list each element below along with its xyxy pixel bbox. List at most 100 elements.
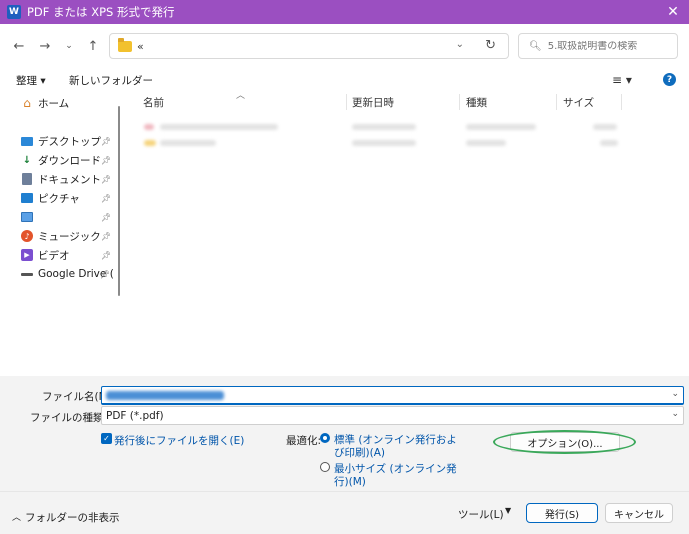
new-folder-button[interactable]: 新しいフォルダー [69,73,153,88]
tools-button[interactable]: ツール(L) [458,507,504,522]
hide-folders-button[interactable]: フォルダーの非表示 [25,510,120,525]
file-date-redacted [352,140,416,146]
column-divider[interactable] [459,94,460,110]
back-arrow-icon[interactable]: ← [10,37,28,55]
recent-locations-chevron-icon[interactable]: ⌄ [60,37,78,55]
up-arrow-icon[interactable]: ↑ [84,37,102,55]
file-list: ︿ 名前 更新日時 種類 サイズ [124,91,689,376]
pin-icon[interactable]: 📌︎ [101,194,111,203]
picture-icon [21,192,33,204]
search-input[interactable] [547,40,668,52]
filetype-dropdown-icon[interactable]: ⌄ [671,409,679,419]
download-icon: ↓ [22,154,32,166]
sidebar-item-label: デスクトップ [38,135,101,148]
window-title: PDF または XPS 形式で発行 [27,5,175,19]
optimize-label: 最適化: [286,435,322,447]
sidebar-item-label: ドキュメント [38,173,101,186]
command-bar: 整理 ▾ 新しいフォルダー ≡ ▾ ? [0,68,689,92]
column-header-date[interactable]: 更新日時 [352,92,394,112]
sidebar-item-home[interactable]: ⌂ ホーム [21,94,69,112]
folder-icon [118,37,132,52]
sidebar-item-gallery[interactable]: 📌︎ [21,208,111,226]
tools-dropdown-icon[interactable]: ▼ [505,506,511,515]
file-name-redacted [160,124,278,130]
column-header-name[interactable]: 名前 [143,92,164,112]
sidebar-item-label: ビデオ [38,249,70,262]
sidebar-item-label: ダウンロード [38,154,101,167]
column-divider[interactable] [346,94,347,110]
optimize-standard-radio[interactable] [320,433,330,443]
gallery-icon [21,211,33,223]
optimize-minimum-radio[interactable] [320,462,330,472]
file-type-redacted [466,140,506,146]
column-header-type[interactable]: 種類 [466,92,487,112]
sidebar-item-pictures[interactable]: ピクチャ 📌︎ [21,189,111,207]
refresh-icon[interactable]: ↻ [485,38,496,53]
sidebar-item-music[interactable]: ♪ ミュージック 📌︎ [21,227,111,245]
address-dropdown-icon[interactable]: ⌄ [456,39,464,50]
sidebar-item-label: ピクチャ [38,192,80,205]
pin-icon[interactable]: 📌︎ [100,270,110,279]
sidebar-item-label: ミュージック [38,230,101,243]
optimize-minimum-label-2[interactable]: 行)(M) [334,474,366,489]
breadcrumb[interactable]: « [137,40,144,53]
open-after-publish-checkbox[interactable]: ✓ [101,433,112,444]
word-app-icon: W [7,5,21,19]
file-type-redacted [466,124,536,130]
footer-divider [0,491,689,492]
pin-icon[interactable]: 📌︎ [101,137,111,146]
filetype-value: PDF (*.pdf) [106,409,164,422]
desktop-icon [21,135,33,147]
publish-button[interactable]: 発行(S) [526,503,598,523]
column-header-size[interactable]: サイズ [563,92,594,112]
close-icon[interactable]: ✕ [663,2,683,22]
file-size-redacted [593,124,617,130]
filename-redacted [106,391,224,400]
cancel-button[interactable]: キャンセル [605,503,673,523]
file-size-redacted [600,140,618,146]
sort-ascending-icon: ︿ [236,91,246,101]
navigation-pane: ⌂ ホーム デスクトップ 📌︎ ↓ ダウンロード 📌︎ ドキュメント 📌︎ ピク… [0,92,120,376]
sidebar-item-videos[interactable]: ▶ ビデオ 📌︎ [21,246,111,264]
chevron-up-icon[interactable]: ︿ [12,510,21,523]
optimize-standard-label-2[interactable]: び印刷)(A) [334,445,385,460]
table-row[interactable] [138,136,618,150]
filetype-select[interactable]: PDF (*.pdf) ⌄ [101,406,684,425]
sidebar-item-google-drive[interactable]: Google Drive ( 📌︎ [21,265,114,283]
help-icon[interactable]: ? [663,73,676,86]
organize-button[interactable]: 整理 ▾ [16,73,46,88]
address-bar[interactable]: « ⌄ ↻ [109,33,509,59]
folder-icon [144,140,156,146]
pin-icon[interactable]: 📌︎ [101,213,111,222]
drive-icon [21,268,33,280]
pin-icon[interactable]: 📌︎ [101,156,111,165]
sidebar-item-downloads[interactable]: ↓ ダウンロード 📌︎ [21,151,111,169]
sidebar-item-desktop[interactable]: デスクトップ 📌︎ [21,132,111,150]
title-bar: W PDF または XPS 形式で発行 ✕ [0,0,689,24]
forward-arrow-icon[interactable]: → [36,37,54,55]
column-divider[interactable] [556,94,557,110]
pin-icon[interactable]: 📌︎ [101,232,111,241]
open-after-publish-label[interactable]: 発行後にファイルを開く(E) [114,433,244,448]
document-icon [21,173,33,185]
highlight-annotation [493,430,636,454]
sidebar-scrollbar[interactable] [118,106,120,296]
sidebar-item-label: ホーム [38,97,70,110]
home-icon: ⌂ [23,96,31,110]
pin-icon[interactable]: 📌︎ [101,175,111,184]
file-name-redacted [160,140,216,146]
view-options-icon[interactable]: ≡ ▾ [612,73,632,87]
table-row[interactable] [138,120,618,134]
search-icon: 🔍︎ [529,40,542,52]
filename-input[interactable]: ⌄ [101,386,684,405]
pin-icon[interactable]: 📌︎ [101,251,111,260]
column-divider[interactable] [621,94,622,110]
music-icon: ♪ [21,230,33,242]
search-box[interactable]: 🔍︎ [518,33,678,59]
video-icon: ▶ [21,249,33,261]
navigation-bar: ← → ⌄ ↑ « ⌄ ↻ 🔍︎ [0,24,689,68]
sidebar-item-documents[interactable]: ドキュメント 📌︎ [21,170,111,188]
filename-dropdown-icon[interactable]: ⌄ [671,389,679,399]
pdf-file-icon [144,124,154,130]
file-date-redacted [352,124,416,130]
